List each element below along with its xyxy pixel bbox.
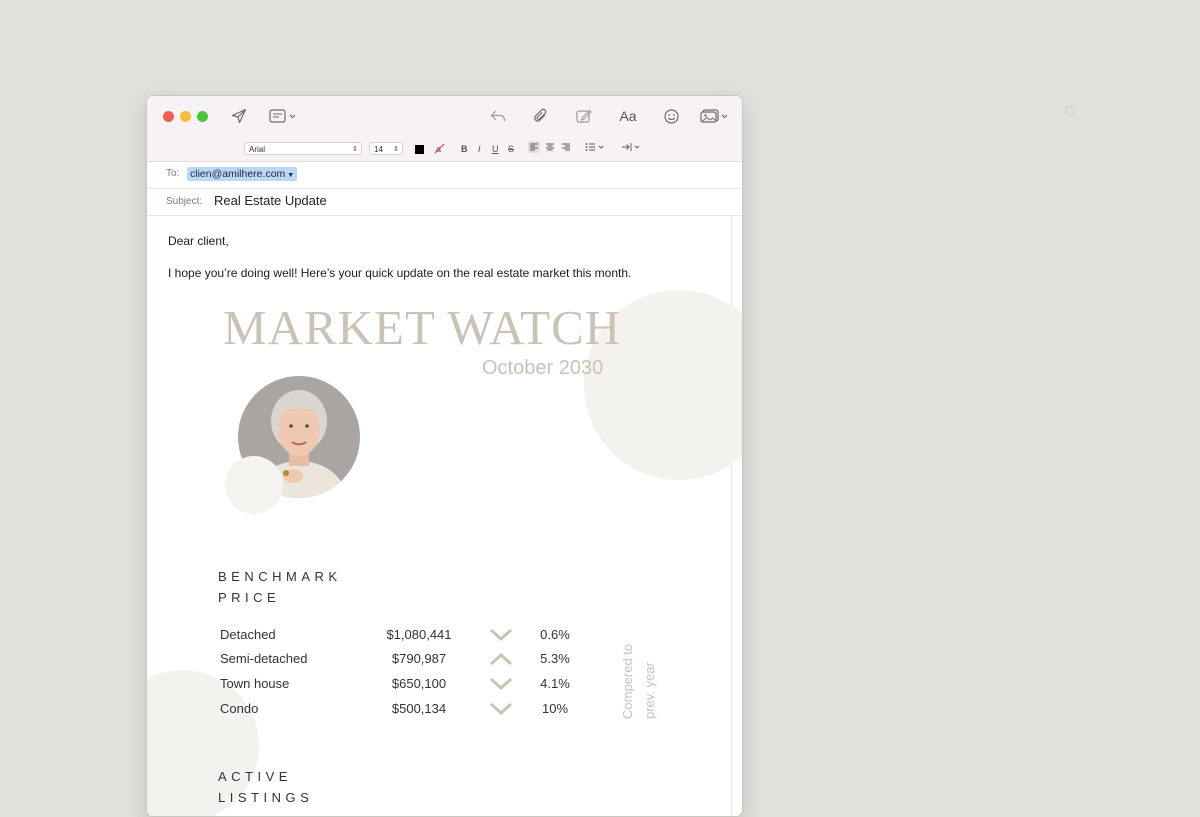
benchmark-price-title: BENCHMARK PRICE: [218, 566, 342, 608]
list-format-icon[interactable]: [584, 141, 606, 156]
photo-browser-icon: [700, 109, 728, 123]
property-type: Condo: [220, 701, 259, 716]
chevron-down-icon: [489, 628, 513, 644]
compared-line1: Compered to: [620, 644, 635, 719]
change-percent: 10%: [541, 701, 569, 716]
compared-line2: prev. year: [642, 661, 657, 719]
newsletter-title: MARKET WATCH: [223, 300, 622, 355]
benchmark-price: $650,100: [391, 676, 447, 691]
header-fields-menu[interactable]: [269, 106, 299, 126]
recipient-address: clien@amilhere.com: [190, 168, 286, 180]
chevron-down-icon: [489, 702, 513, 718]
window-toolbar: Aa Arial ⇕ 14 ⇕ a B I U S: [147, 96, 742, 162]
font-size-value: 14: [374, 145, 383, 154]
align-left-icon[interactable]: [528, 141, 540, 153]
active-title-line1: ACTIVE: [218, 769, 292, 784]
subject-input[interactable]: Real Estate Update: [214, 193, 327, 208]
active-listings-title: ACTIVE LISTINGS: [218, 766, 313, 808]
align-right-icon[interactable]: [560, 141, 572, 156]
text-background-color-icon[interactable]: a: [434, 143, 445, 157]
font-family-value: Arial: [249, 145, 266, 154]
minimize-window-button[interactable]: [180, 111, 191, 122]
format-bar: Arial ⇕ 14 ⇕ a B I U S: [147, 139, 742, 159]
mail-compose-window: Aa Arial ⇕ 14 ⇕ a B I U S: [146, 95, 743, 817]
strikethrough-button[interactable]: S: [508, 143, 514, 155]
change-percent: 0.6%: [540, 627, 570, 642]
zoom-window-button[interactable]: [197, 111, 208, 122]
market-row: Town house $650,100 4.1%: [220, 676, 580, 696]
italic-button[interactable]: I: [478, 143, 481, 155]
chevron-down-icon: [489, 677, 513, 693]
change-percent: 5.3%: [540, 651, 570, 666]
greeting-text: Dear client,: [168, 234, 229, 248]
to-field-row: To: clien@amilhere.com ▼: [147, 162, 742, 189]
markup-icon[interactable]: [575, 106, 593, 126]
to-label: To:: [166, 168, 180, 179]
background-dot: [1065, 106, 1075, 116]
select-arrows-icon: ⇕: [393, 146, 399, 153]
close-window-button[interactable]: [163, 111, 174, 122]
header-fields-icon: [269, 109, 296, 123]
benchmark-price: $500,134: [391, 701, 447, 716]
property-type: Semi-detached: [220, 651, 308, 666]
recipient-token[interactable]: clien@amilhere.com ▼: [187, 167, 298, 181]
fonts-icon[interactable]: Aa: [617, 106, 639, 126]
emoji-icon[interactable]: [662, 106, 680, 126]
intro-text: I hope you’re doing well! Here’s your qu…: [168, 266, 632, 280]
benchmark-title-line1: BENCHMARK: [218, 569, 342, 584]
benchmark-title-line2: PRICE: [218, 590, 281, 605]
text-color-swatch[interactable]: [415, 145, 424, 154]
attachment-icon[interactable]: [532, 106, 550, 126]
market-row: Detached $1,080,441 0.6%: [220, 627, 580, 647]
select-arrows-icon: ⇕: [352, 146, 358, 153]
benchmark-price: $790,987: [391, 651, 447, 666]
benchmark-price: $1,080,441: [386, 627, 452, 642]
compared-note: Compered to prev. year: [615, 625, 725, 721]
font-family-select[interactable]: Arial ⇕: [244, 142, 362, 155]
underline-button[interactable]: U: [492, 143, 499, 155]
send-icon[interactable]: [230, 106, 248, 126]
chevron-down-icon: ▼: [285, 172, 295, 179]
decorative-circle: [225, 456, 283, 514]
change-percent: 4.1%: [540, 676, 570, 691]
market-row: Condo $500,134 10%: [220, 701, 580, 721]
message-body[interactable]: Dear client, I hope you’re doing well! H…: [147, 215, 742, 816]
font-size-select[interactable]: 14 ⇕: [369, 142, 403, 155]
subject-field-row: Subject: Real Estate Update: [147, 189, 742, 216]
photo-browser-menu[interactable]: [700, 106, 730, 126]
bold-button[interactable]: B: [461, 143, 468, 155]
indent-icon[interactable]: [621, 141, 643, 156]
reply-icon[interactable]: [489, 106, 507, 126]
newsletter-date: October 2030: [482, 357, 604, 379]
subject-label: Subject:: [166, 196, 203, 207]
align-center-icon[interactable]: [544, 141, 556, 156]
chevron-up-icon: [489, 652, 513, 668]
property-type: Town house: [220, 676, 290, 691]
active-title-line2: LISTINGS: [218, 790, 314, 805]
market-row: Semi-detached $790,987 5.3%: [220, 651, 580, 671]
property-type: Detached: [220, 627, 276, 642]
